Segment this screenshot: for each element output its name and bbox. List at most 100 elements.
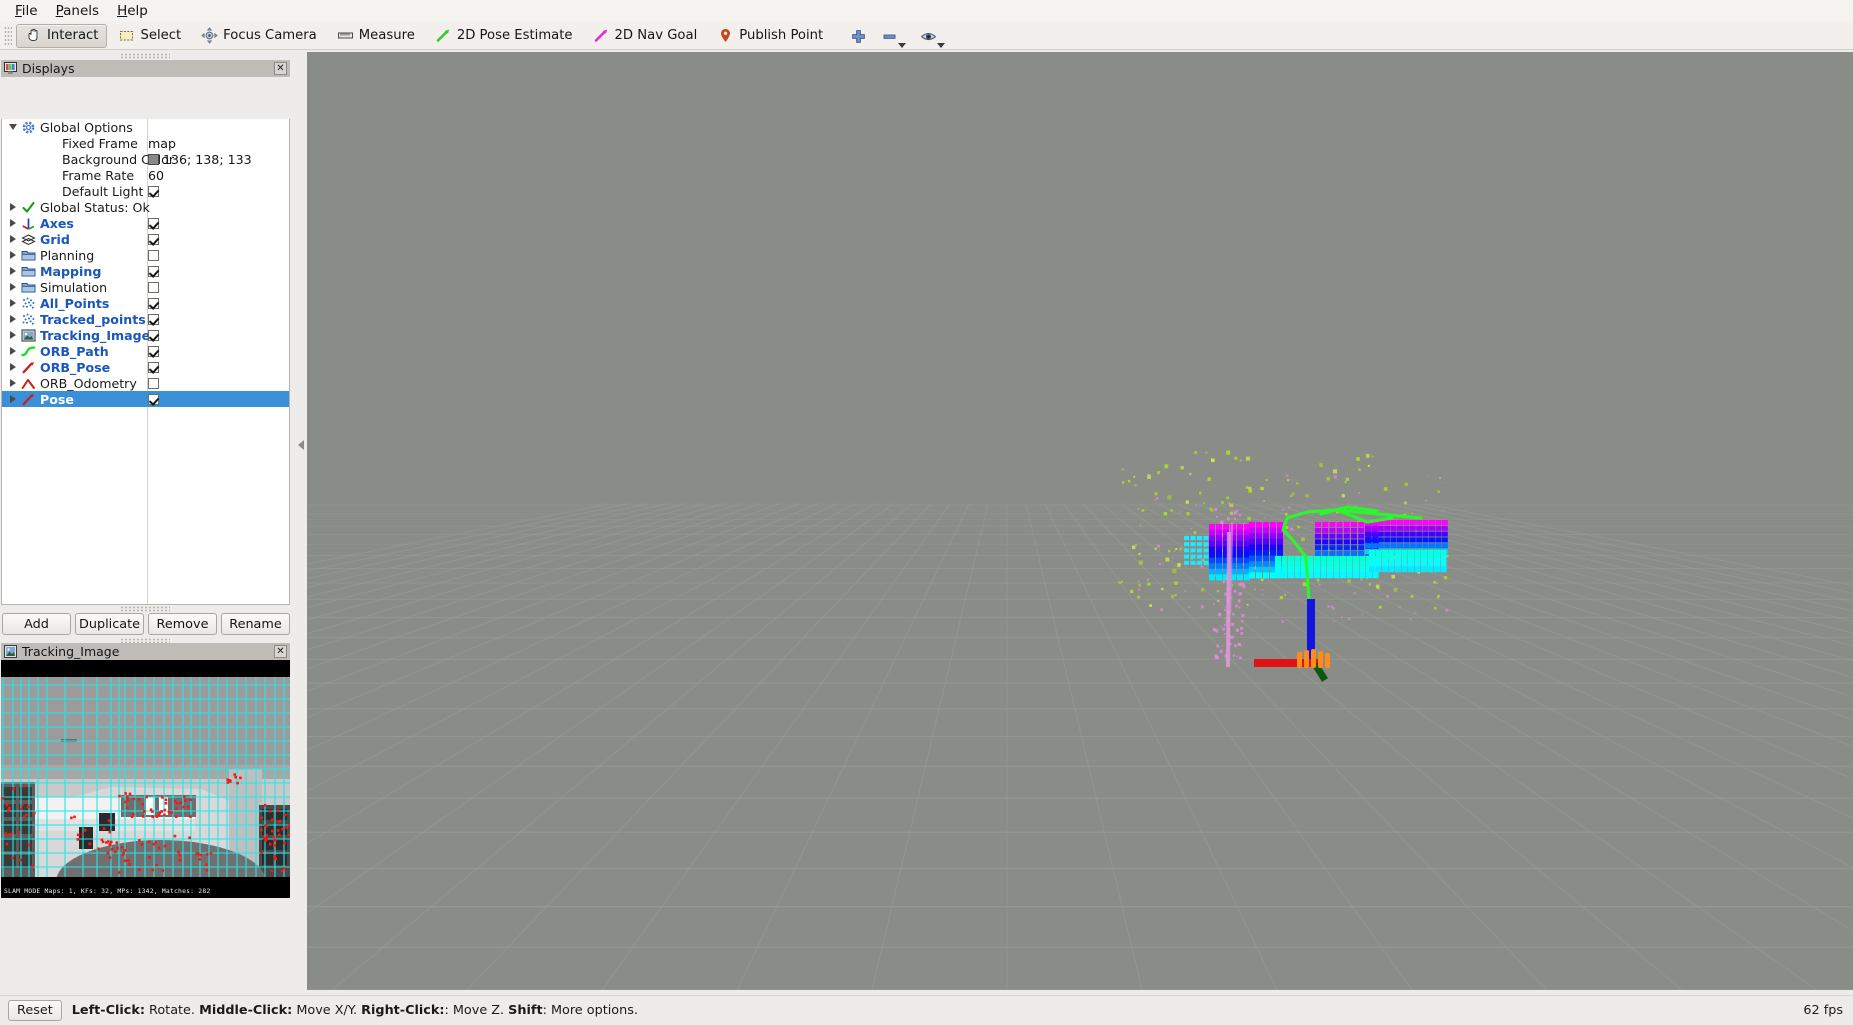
tool-publish-point-button[interactable]: Publish Point (708, 24, 832, 48)
toolbar-grip[interactable] (4, 25, 12, 46)
display-row-orb-path[interactable]: ORB_Path (2, 343, 289, 359)
chevron-right-icon[interactable] (6, 327, 20, 343)
tool-2d-pose-estimate-button[interactable]: 2D Pose Estimate (426, 24, 582, 48)
tree-buttons-grip[interactable] (120, 606, 170, 612)
chevron-right-icon[interactable] (6, 391, 20, 407)
display-row-pose[interactable]: Pose (2, 391, 289, 407)
display-enable-checkbox[interactable] (148, 265, 159, 277)
display-row-orb-odometry[interactable]: ORB_Odometry (2, 375, 289, 391)
display-row-value[interactable] (148, 279, 159, 295)
display-enable-checkbox[interactable] (148, 281, 159, 293)
chevron-right-icon[interactable] (6, 311, 20, 327)
minus-icon (881, 28, 898, 45)
duplicate-button[interactable]: Duplicate (75, 613, 144, 635)
chevron-right-icon[interactable] (6, 247, 20, 263)
pose-axes-marker (1254, 599, 1330, 682)
display-row-value[interactable]: 136; 138; 133 (148, 151, 252, 167)
tracking-image-panel-close-button[interactable]: ✕ (274, 645, 287, 658)
3d-viewport[interactable] (307, 52, 1853, 990)
tool-visibility-button[interactable] (914, 24, 951, 48)
display-row-value[interactable] (148, 359, 159, 375)
displays-panel-close-button[interactable]: ✕ (274, 62, 287, 75)
display-row-all-points[interactable]: All_Points (2, 295, 289, 311)
menu-panels[interactable]: Panels (47, 1, 108, 21)
tool-2d-nav-goal-button[interactable]: 2D Nav Goal (584, 24, 707, 48)
chevron-right-icon[interactable] (6, 199, 20, 215)
display-row-value[interactable] (148, 183, 159, 199)
menu-help[interactable]: Help (108, 1, 157, 21)
display-row-value[interactable] (148, 375, 159, 391)
tool-interact-button[interactable]: Interact (16, 23, 108, 48)
chevron-right-icon[interactable] (6, 263, 20, 279)
add-button[interactable]: Add (2, 613, 71, 635)
display-row-mapping[interactable]: Mapping (2, 263, 289, 279)
display-row-grid[interactable]: Grid (2, 231, 289, 247)
chevron-down-icon[interactable] (898, 42, 907, 48)
tool-remove-button[interactable] (875, 24, 912, 48)
row-icon-empty (42, 151, 58, 167)
displays-dock-grip[interactable] (120, 53, 170, 59)
chevron-right-icon[interactable] (6, 215, 20, 231)
display-enable-checkbox[interactable] (148, 313, 159, 325)
display-enable-checkbox[interactable] (148, 249, 159, 261)
chevron-right-icon[interactable] (6, 231, 20, 247)
display-row-label: Simulation (40, 279, 108, 295)
reset-button[interactable]: Reset (8, 1000, 62, 1021)
display-row-value[interactable] (148, 327, 159, 343)
color-swatch[interactable] (148, 153, 159, 165)
chevron-right-icon[interactable] (6, 359, 20, 375)
display-row-tracking-image[interactable]: Tracking_Image (2, 327, 289, 343)
tracking-image-view[interactable]: SLAM MODE Maps: 1, KFs: 32, MPs: 1342, M… (1, 660, 290, 898)
display-row-background-color[interactable]: Background Color 136; 138; 133 (2, 151, 289, 167)
display-enable-checkbox[interactable] (148, 185, 159, 197)
display-row-value[interactable]: 60 (148, 167, 164, 183)
tool-focus-camera-button[interactable]: Focus Camera (192, 24, 326, 48)
displays-tree[interactable]: Global Options Fixed Frame map Background C… (1, 119, 290, 605)
left-dock-collapse-handle[interactable] (296, 432, 305, 458)
display-row-value[interactable] (148, 343, 159, 359)
remove-button[interactable]: Remove (148, 613, 217, 635)
hint-segment: Shift (508, 1003, 543, 1018)
display-row-value[interactable] (148, 231, 159, 247)
chevron-down-icon[interactable] (6, 119, 20, 135)
display-enable-checkbox[interactable] (148, 345, 159, 357)
rename-button[interactable]: Rename (221, 613, 290, 635)
display-enable-checkbox[interactable] (148, 361, 159, 373)
display-enable-checkbox[interactable] (148, 297, 159, 309)
display-row-global-options[interactable]: Global Options (2, 119, 289, 135)
menu-file[interactable]: File (6, 1, 47, 21)
display-row-value[interactable] (148, 391, 159, 407)
tool-measure-button[interactable]: Measure (328, 24, 424, 48)
display-row-value[interactable] (148, 311, 159, 327)
display-enable-checkbox[interactable] (148, 329, 159, 341)
chevron-right-icon[interactable] (6, 375, 20, 391)
display-row-value[interactable] (148, 247, 159, 263)
folder-icon (20, 247, 36, 263)
display-row-value[interactable] (148, 295, 159, 311)
display-row-tracked-points[interactable]: Tracked_points (2, 311, 289, 327)
display-row-planning[interactable]: Planning (2, 247, 289, 263)
display-row-value[interactable] (148, 263, 159, 279)
display-row-fixed-frame[interactable]: Fixed Frame map (2, 135, 289, 151)
display-row-axes[interactable]: Axes (2, 215, 289, 231)
display-row-value[interactable]: map (148, 135, 176, 151)
display-row-default-light[interactable]: Default Light (2, 183, 289, 199)
display-row-frame-rate[interactable]: Frame Rate 60 (2, 167, 289, 183)
tool-select-button[interactable]: Select (109, 24, 190, 48)
display-row-orb-pose[interactable]: ORB_Pose (2, 359, 289, 375)
chevron-down-icon[interactable] (937, 42, 946, 48)
display-enable-checkbox[interactable] (148, 233, 159, 245)
display-enable-checkbox[interactable] (148, 217, 159, 229)
display-enable-checkbox[interactable] (148, 377, 159, 389)
focus-camera-icon (201, 27, 218, 44)
display-row-value[interactable] (148, 215, 159, 231)
display-row-global-status-ok[interactable]: Global Status: Ok (2, 199, 289, 215)
menu-bar: File Panels Help (0, 0, 1853, 22)
tool-add-button[interactable] (844, 24, 873, 48)
chevron-right-icon[interactable] (6, 295, 20, 311)
chevron-right-icon[interactable] (6, 279, 20, 295)
chevron-right-icon[interactable] (6, 343, 20, 359)
display-row-simulation[interactable]: Simulation (2, 279, 289, 295)
display-row-label: ORB_Odometry (40, 375, 137, 391)
display-enable-checkbox[interactable] (148, 393, 159, 405)
